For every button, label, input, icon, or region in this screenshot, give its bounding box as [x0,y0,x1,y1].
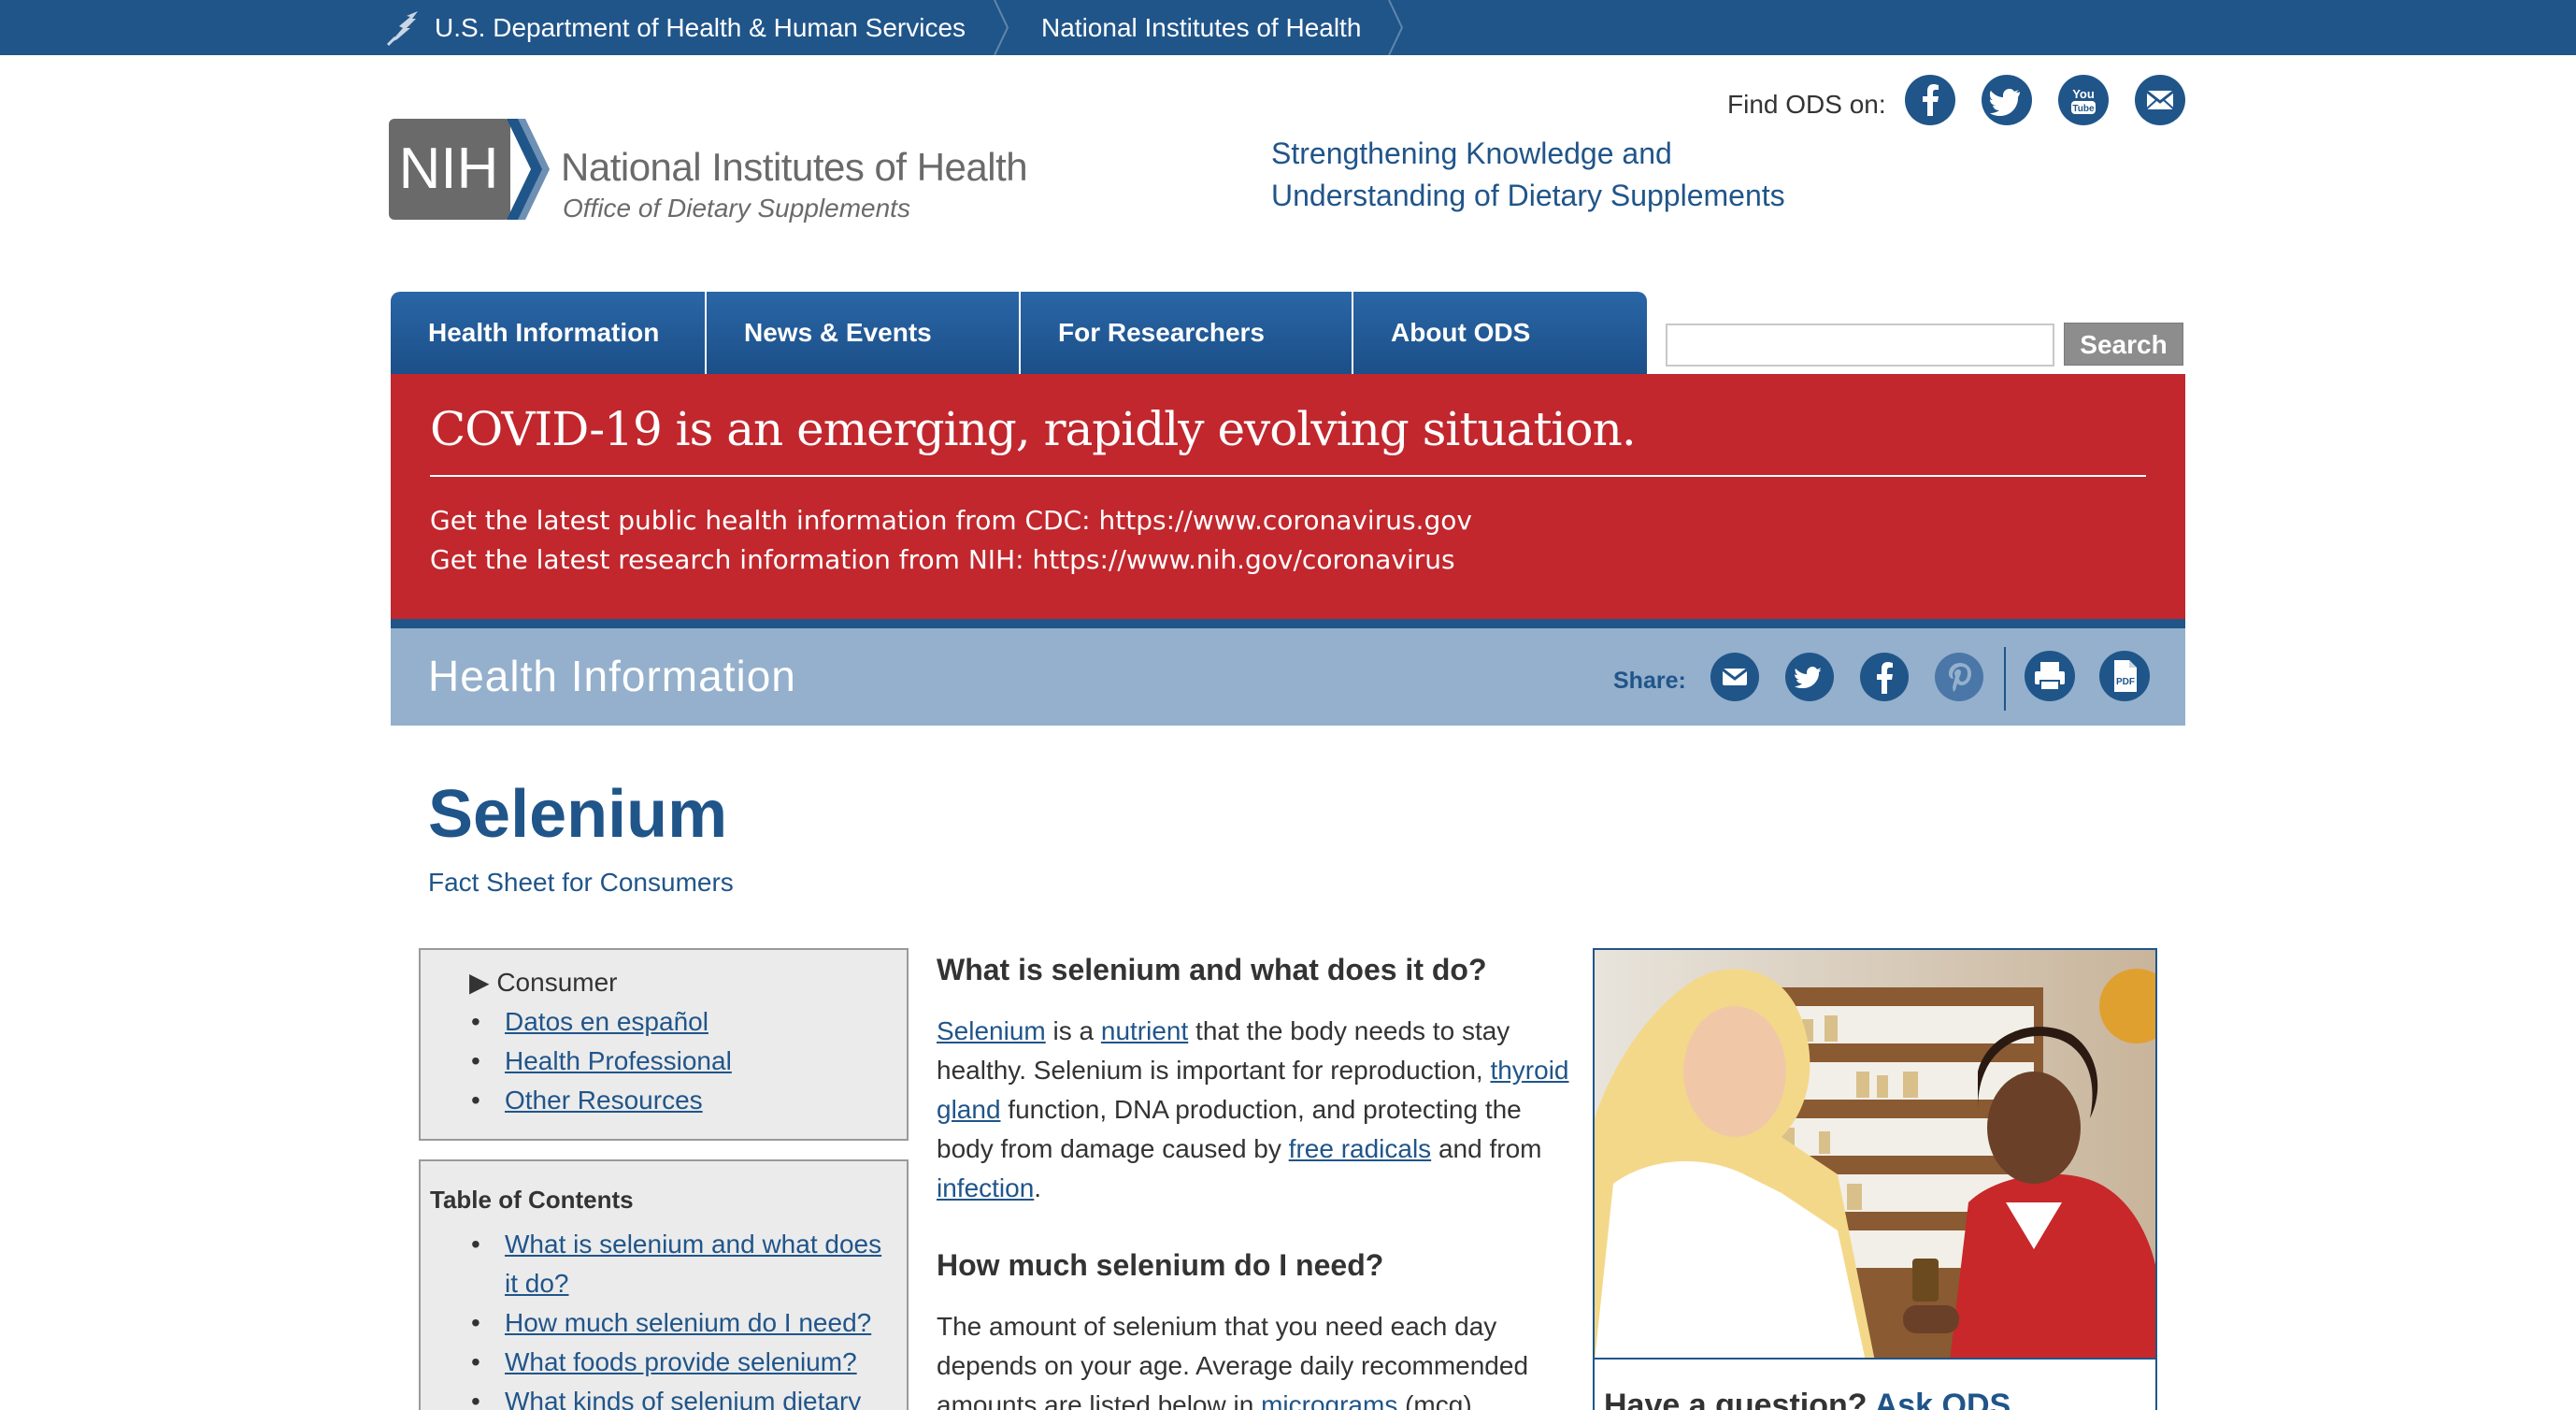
search-button[interactable]: Search [2064,323,2183,366]
site-tagline: Strengthening Knowledge and Understandin… [1271,133,1785,217]
glossary-link-infection[interactable]: infection [937,1173,1034,1202]
toc-link[interactable]: What foods provide selenium? [505,1347,857,1376]
text: is a [1045,1016,1101,1045]
toc-link[interactable]: What kinds of selenium dietary [505,1387,861,1410]
list-item: • How much selenium do I need? [471,1303,897,1343]
facebook-icon[interactable] [1905,75,1955,125]
version-link-other-resources[interactable]: Other Resources [505,1086,703,1115]
list-item: • What kinds of selenium dietary [471,1382,897,1410]
nav-tab-health-information[interactable]: Health Information [391,292,707,374]
list-item: • Health Professional [471,1042,732,1081]
logo-title: National Institutes of Health [561,145,1028,189]
covid-nih-line[interactable]: Get the latest research information from… [430,544,1455,575]
youtube-icon[interactable]: You Tube [2058,75,2109,125]
share-pinterest-icon[interactable] [1933,651,1985,703]
glossary-link-micrograms[interactable]: micrograms [1261,1390,1397,1410]
nav-tab-about-ods[interactable]: About ODS [1353,292,1647,374]
version-link-spanish[interactable]: Datos en español [505,1007,708,1036]
text: (mcg). [1397,1390,1480,1410]
share-email-icon[interactable] [1709,651,1761,703]
email-icon[interactable] [2135,75,2185,125]
bullet-icon: • [471,1086,480,1115]
glossary-link-nutrient[interactable]: nutrient [1101,1016,1188,1045]
nih-link[interactable]: National Institutes of Health [1041,0,1361,55]
list-item: • Other Resources [471,1081,732,1120]
text: . [1034,1173,1042,1202]
nih-ods-logo[interactable]: NIH National Institutes of Health Office… [389,117,1052,225]
toc-title: Table of Contents [430,1186,634,1214]
svg-text:Tube: Tube [2072,104,2095,114]
hhs-link[interactable]: U.S. Department of Health & Human Servic… [384,0,966,55]
list-item: • Datos en español [471,1002,732,1042]
nav-tab-for-researchers[interactable]: For Researchers [1021,292,1353,374]
triangle-right-icon: ▶ [469,968,490,997]
version-link-health-professional[interactable]: Health Professional [505,1046,732,1075]
find-ods-label: Find ODS on: [1727,90,1886,119]
section-top-rule [391,619,2185,628]
federal-top-bar: U.S. Department of Health & Human Servic… [0,0,2576,55]
share-divider [2004,647,2006,711]
search-input[interactable] [1666,324,2054,367]
breadcrumb-chevron-icon [994,0,1009,55]
hhs-eagle-icon [386,10,418,46]
current-version: ▶ Consumer [469,963,618,1002]
bullet-icon: • [471,1347,480,1376]
main-navigation: Health Information News & Events For Res… [391,292,1647,374]
toc-link[interactable]: How much selenium do I need? [505,1308,871,1337]
section-header: Health Information Share: PDF [391,628,2185,726]
twitter-icon[interactable] [1982,75,2032,125]
ask-ods-link[interactable]: Ask ODS [1875,1388,2011,1410]
nav-tab-news-events[interactable]: News & Events [707,292,1021,374]
covid-headline: COVID-19 is an emerging, rapidly evolvin… [430,402,1637,456]
ask-ods-prefix: Have a question? [1604,1388,1875,1410]
bullet-icon: • [471,1387,480,1410]
share-facebook-icon[interactable] [1858,651,1911,703]
covid-divider [430,475,2146,477]
current-version-label: Consumer [496,968,618,997]
bullet-icon: • [471,1308,480,1337]
hhs-label: U.S. Department of Health & Human Servic… [435,12,966,42]
fact-sheet-versions-box: ▶ Consumer • Datos en español • Health Pro… [419,948,909,1141]
list-item: • What foods provide selenium? [471,1343,897,1382]
page-title: Selenium [428,777,728,852]
page-subtitle: Fact Sheet for Consumers [428,868,734,897]
paragraph: Selenium is a nutrient that the body nee… [937,1012,1572,1208]
covid-cdc-line[interactable]: Get the latest public health information… [430,505,1472,536]
share-twitter-icon[interactable] [1783,651,1836,703]
glossary-link-free-radicals[interactable]: free radicals [1289,1134,1432,1163]
section-heading: How much selenium do I need? [937,1248,1384,1282]
print-icon[interactable] [2023,649,2077,703]
covid-alert-banner: COVID-19 is an emerging, rapidly evolvin… [391,374,2185,619]
svg-text:PDF: PDF [2116,677,2135,687]
tagline-line: Strengthening Knowledge and [1271,137,1672,170]
text: and from [1431,1134,1542,1163]
svg-text:You: You [2072,87,2095,101]
breadcrumb-chevron-icon [1388,0,1404,55]
list-item: • What is selenium and what does it do? [471,1225,897,1303]
pharmacy-photo [1593,948,2157,1360]
logo-mark-text: NIH [399,137,499,201]
tagline-line: Understanding of Dietary Supplements [1271,179,1785,212]
section-title: Health Information [428,652,796,700]
bullet-icon: • [471,1007,480,1036]
pdf-icon[interactable]: PDF [2097,649,2152,703]
share-label: Share: [1613,668,1686,694]
logo-subtitle: Office of Dietary Supplements [563,194,910,223]
table-of-contents: Table of Contents • What is selenium and … [419,1159,909,1410]
ask-ods-prompt: Have a question? Ask ODS [1604,1388,2011,1410]
section-heading: What is selenium and what does it do? [937,953,1487,986]
glossary-link-selenium[interactable]: Selenium [937,1016,1046,1045]
bullet-icon: • [471,1230,480,1259]
paragraph: The amount of selenium that you need eac… [937,1307,1572,1410]
nih-logo-mark: NIH [389,119,550,220]
toc-link[interactable]: What is selenium and what does it do? [505,1230,881,1298]
bullet-icon: • [471,1046,480,1075]
